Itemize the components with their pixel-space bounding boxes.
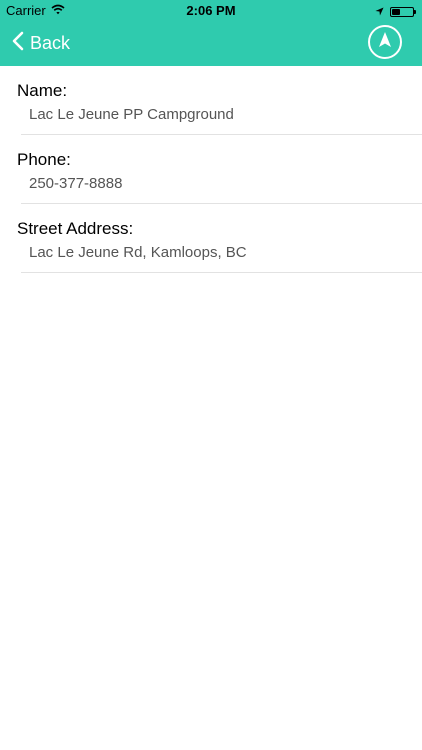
status-indicators [375,4,416,19]
status-bar: Carrier 2:06 PM [0,0,422,22]
phone-value[interactable]: 250-377-8888 [29,175,122,192]
navigation-arrow-icon [378,31,392,54]
back-button[interactable]: Back [12,31,70,56]
battery-icon [390,6,416,17]
location-arrow-icon [375,4,384,19]
battery-level [392,8,400,15]
back-button-label: Back [30,33,71,53]
place-detail-screen: Carrier 2:06 PM Back Name: Lac Le Jeune … [0,0,422,750]
name-value: Lac Le Jeune PP Campground [29,106,234,123]
status-time: 2:06 PM [186,3,236,18]
phone-row: Phone: 250-377-8888 [0,135,422,204]
name-label: Name: [17,81,68,100]
details-list: Name: Lac Le Jeune PP Campground Phone: … [0,66,422,273]
phone-label: Phone: [17,150,71,169]
chevron-left-icon [12,31,24,56]
address-row: Street Address: Lac Le Jeune Rd, Kamloop… [0,204,422,273]
address-label: Street Address: [17,219,134,238]
name-row: Name: Lac Le Jeune PP Campground [0,66,422,135]
row-divider [21,272,422,273]
navigate-button[interactable] [368,25,402,59]
navigation-header: Carrier 2:06 PM Back [0,0,422,66]
address-value: Lac Le Jeune Rd, Kamloops, BC [29,244,247,261]
